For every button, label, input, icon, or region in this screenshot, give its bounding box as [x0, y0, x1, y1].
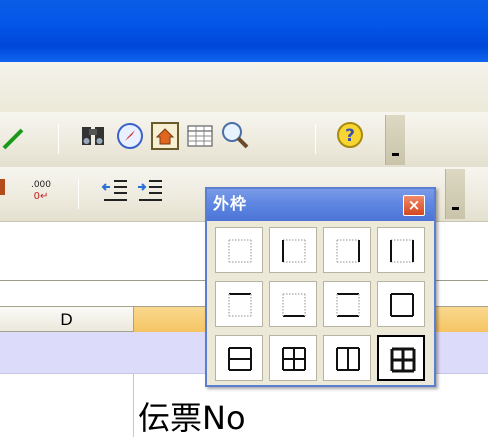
palette-titlebar[interactable]: 外枠 × — [207, 189, 434, 221]
border-none-button[interactable] — [215, 227, 263, 273]
border-left-icon — [282, 239, 306, 263]
palette-title: 外枠 — [213, 194, 248, 213]
home-page-icon[interactable] — [150, 121, 180, 151]
border-all-thick-icon — [390, 347, 416, 373]
decimal-glyph-bottom: 0↵ — [34, 191, 49, 202]
svg-text:?: ? — [345, 126, 355, 146]
border-all-icon — [282, 347, 306, 371]
navigator-icon[interactable] — [115, 121, 145, 151]
find-icon[interactable] — [80, 121, 110, 151]
border-outside-icon — [390, 293, 414, 317]
line-draw-icon[interactable] — [0, 122, 30, 152]
border-top-icon — [228, 293, 252, 317]
border-top-button[interactable] — [215, 281, 263, 327]
indent-increase-icon[interactable] — [135, 176, 165, 206]
border-top-bottom-button[interactable] — [323, 281, 371, 327]
border-left-right-button[interactable] — [377, 227, 425, 273]
close-icon[interactable]: × — [403, 195, 425, 216]
app-window: ? .000 0↵ D 伝票No 外枠 × — [0, 0, 488, 437]
border-outside-horizontal-button[interactable] — [215, 335, 263, 381]
toolbar-separator — [315, 124, 316, 154]
menu-bar — [0, 62, 488, 112]
help-icon[interactable]: ? — [335, 120, 365, 150]
table-icon[interactable] — [185, 121, 215, 151]
partial-icon — [0, 179, 5, 195]
border-bottom-button[interactable] — [269, 281, 317, 327]
border-outside-vertical-button[interactable] — [323, 335, 371, 381]
border-all-button[interactable] — [269, 335, 317, 381]
border-all-thick-button[interactable] — [377, 335, 425, 381]
toolbar-overflow-chevron[interactable] — [445, 169, 465, 219]
zoom-icon[interactable] — [220, 120, 250, 150]
standard-toolbar: ? — [0, 112, 488, 167]
border-left-button[interactable] — [269, 227, 317, 273]
toolbar-separator — [78, 179, 79, 209]
decimal-add-icon[interactable]: .000 0↵ — [26, 175, 56, 205]
border-right-icon — [336, 239, 360, 263]
borders-palette: 外枠 × — [205, 187, 436, 387]
border-top-bottom-icon — [336, 293, 360, 317]
border-right-button[interactable] — [323, 227, 371, 273]
border-left-right-icon — [390, 239, 414, 263]
column-header-d[interactable]: D — [0, 307, 133, 333]
border-outside-button[interactable] — [377, 281, 425, 327]
window-titlebar[interactable] — [0, 0, 488, 62]
cell-text[interactable]: 伝票No — [138, 398, 246, 437]
border-options-grid — [215, 227, 427, 383]
border-outside-horizontal-icon — [228, 347, 252, 371]
border-bottom-icon — [282, 293, 306, 317]
toolbar-overflow-chevron[interactable] — [385, 115, 405, 165]
cell-divider — [133, 374, 134, 437]
toolbar-separator — [58, 124, 59, 154]
decimal-glyph-top: .000 — [31, 180, 51, 190]
border-outside-vertical-icon — [336, 347, 360, 371]
border-none-icon — [228, 239, 252, 263]
indent-decrease-icon[interactable] — [100, 176, 130, 206]
